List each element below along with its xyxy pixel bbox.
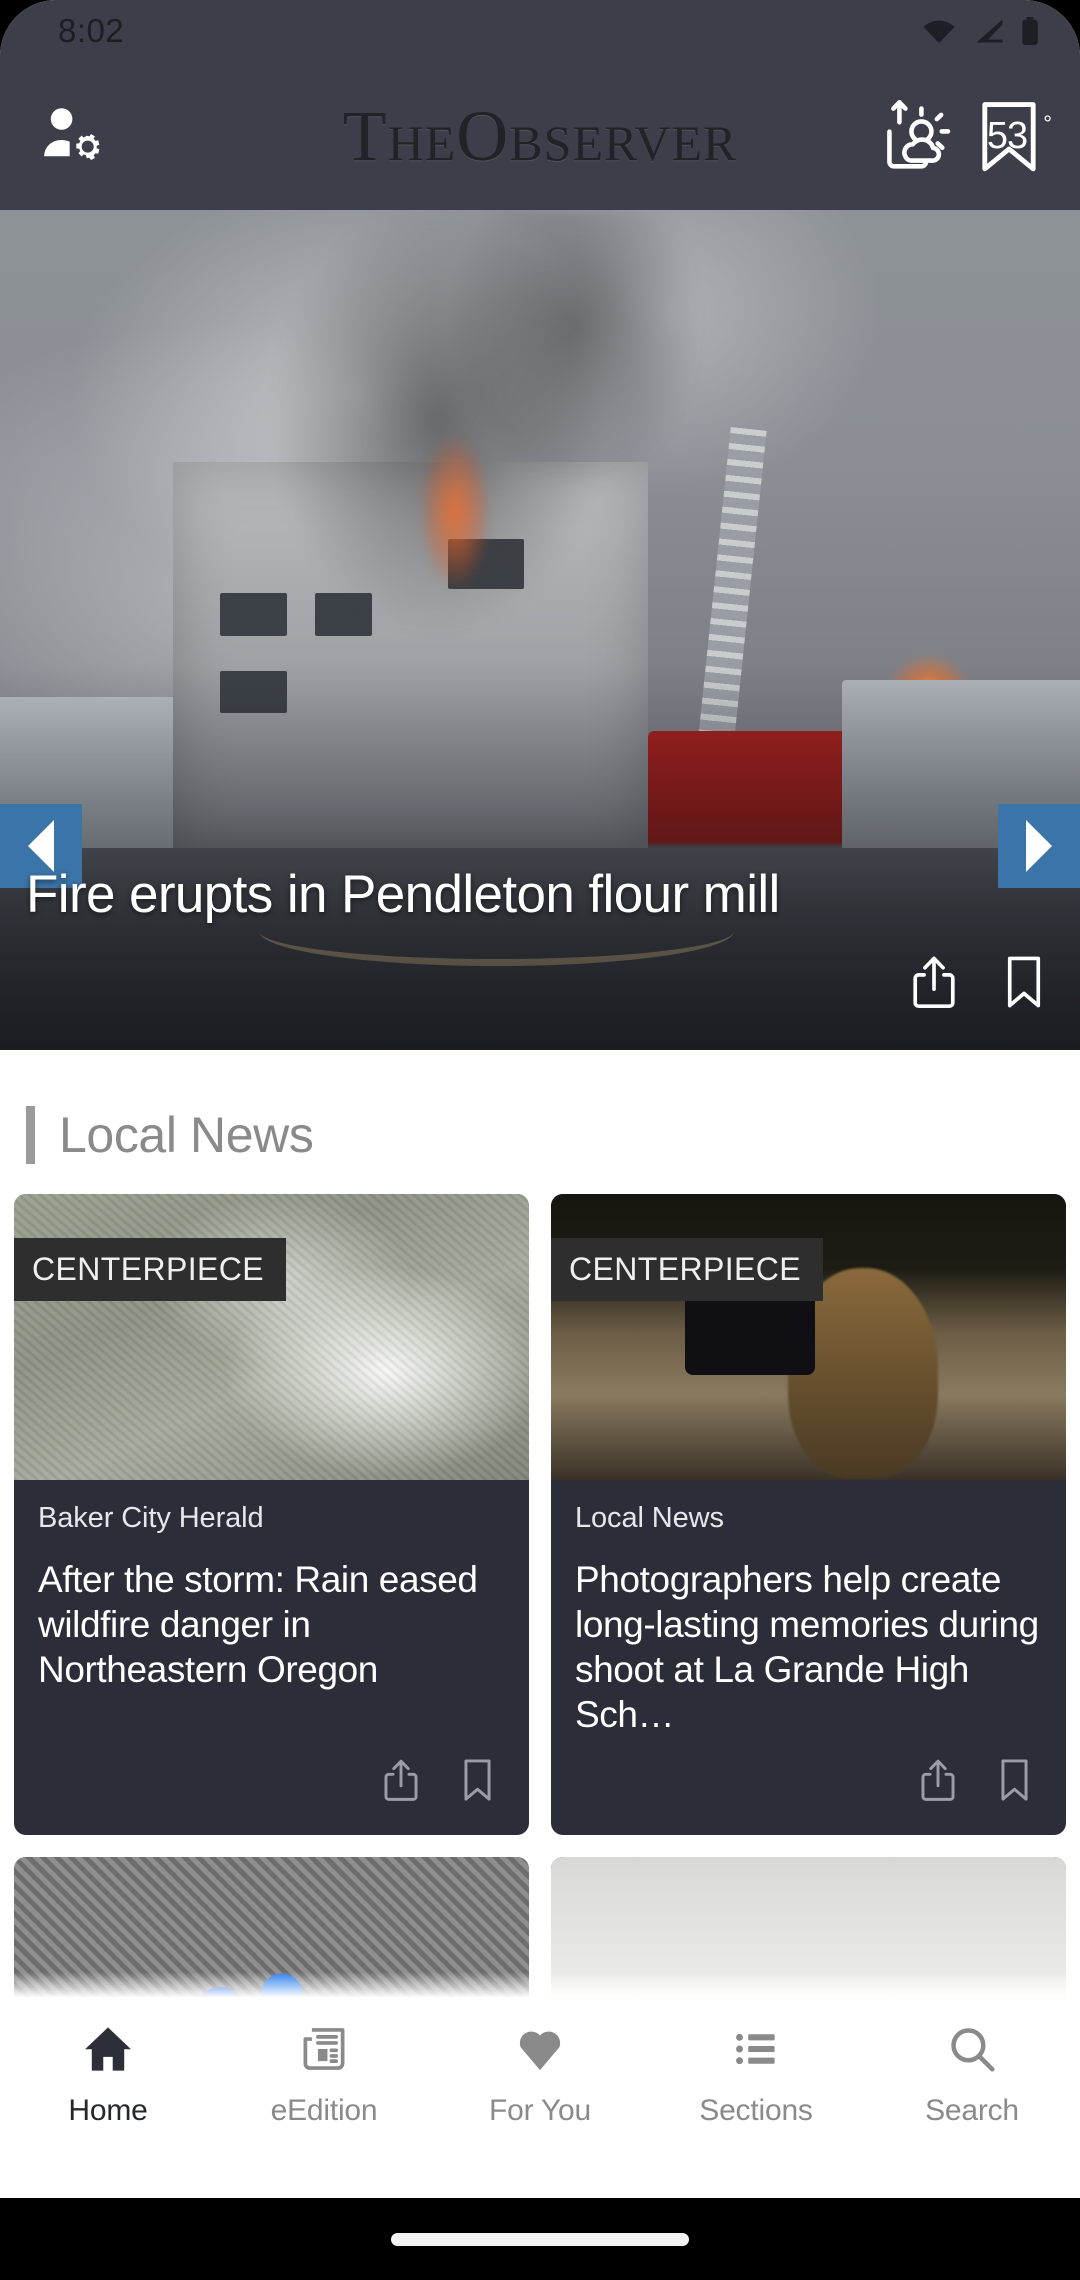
article-thumbnail: CENTERPIECE [14, 1194, 529, 1480]
chevron-right-icon [1026, 820, 1052, 872]
home-icon [81, 2022, 135, 2076]
nav-item-sections[interactable]: Sections [648, 2022, 864, 2128]
phone-frame: 8:02 THEOBSERVER 53 ° Fire erupts in Pen… [0, 0, 1080, 2280]
section-title: Local News [59, 1107, 314, 1163]
bookmark-icon[interactable] [997, 1758, 1032, 1807]
article-thumbnail: CENTERPIECE [551, 1194, 1066, 1480]
bookmark-icon[interactable]: 53 ° [972, 97, 1052, 175]
gesture-navigation-bar [0, 2198, 1080, 2280]
article-kicker: Baker City Herald [38, 1502, 264, 1534]
wifi-icon [922, 18, 956, 44]
status-bar-clock: 8:02 [58, 12, 125, 49]
share-icon[interactable] [919, 1758, 957, 1807]
centerpiece-badge: CENTERPIECE [551, 1238, 823, 1301]
battery-icon [1020, 17, 1040, 45]
article-kicker: Local News [575, 1502, 724, 1534]
article-grid: CENTERPIECE Baker City Herald After the … [0, 1194, 1080, 1835]
bookmark-icon[interactable] [460, 1758, 495, 1807]
nav-label-sections: Sections [699, 2094, 813, 2127]
nav-label-for-you: For You [488, 2094, 592, 2127]
home-indicator[interactable] [391, 2232, 689, 2246]
status-bar: 8:02 [0, 0, 1080, 62]
section-header: Local News [0, 1050, 1080, 1194]
degree-symbol: ° [1043, 111, 1052, 136]
newspaper-icon [298, 2022, 350, 2076]
nav-label-eedition: eEdition [270, 2094, 378, 2127]
bottom-navigation: Home eEdition For You Sections Search [0, 1972, 1080, 2198]
article-headline[interactable]: Photographers help create long-lasting m… [575, 1557, 1042, 1738]
bookmark-icon[interactable] [1002, 955, 1046, 1014]
nav-item-eedition[interactable]: eEdition [216, 2022, 432, 2128]
nav-item-for-you[interactable]: For You [432, 2022, 648, 2128]
nav-item-search[interactable]: Search [864, 2022, 1080, 2128]
hero-action-bar [910, 955, 1046, 1014]
share-icon[interactable] [910, 955, 958, 1014]
carousel-next-button[interactable] [998, 804, 1080, 888]
article-card[interactable]: CENTERPIECE Local News Photographers hel… [551, 1194, 1066, 1835]
cellular-signal-icon [972, 18, 1004, 44]
sun-cloud-weather-icon[interactable] [880, 96, 956, 176]
search-icon [945, 2022, 999, 2076]
nav-label-home: Home [68, 2094, 148, 2127]
status-bar-icons [922, 17, 1040, 45]
heart-icon [513, 2022, 567, 2076]
article-action-bar [551, 1742, 1066, 1835]
article-action-bar [14, 1742, 529, 1835]
nav-item-home[interactable]: Home [0, 2022, 216, 2128]
share-icon[interactable] [382, 1758, 420, 1807]
article-card[interactable]: CENTERPIECE Baker City Herald After the … [14, 1194, 529, 1835]
account-settings-icon[interactable] [34, 98, 106, 175]
app-header: THEOBSERVER 53 ° [0, 62, 1080, 210]
nav-label-search: Search [925, 2094, 1019, 2127]
section-accent-bar [26, 1106, 35, 1164]
masthead-text: THEOBSERVER [342, 96, 738, 176]
list-icon [730, 2022, 782, 2076]
screen: 8:02 THEOBSERVER 53 ° Fire erupts in Pen… [0, 0, 1080, 2198]
centerpiece-badge: CENTERPIECE [14, 1238, 286, 1301]
article-headline[interactable]: After the storm: Rain eased wildfire dan… [38, 1557, 505, 1692]
hero-headline[interactable]: Fire erupts in Pendleton flour mill [26, 865, 1000, 924]
temperature-value: 53 [986, 114, 1028, 157]
